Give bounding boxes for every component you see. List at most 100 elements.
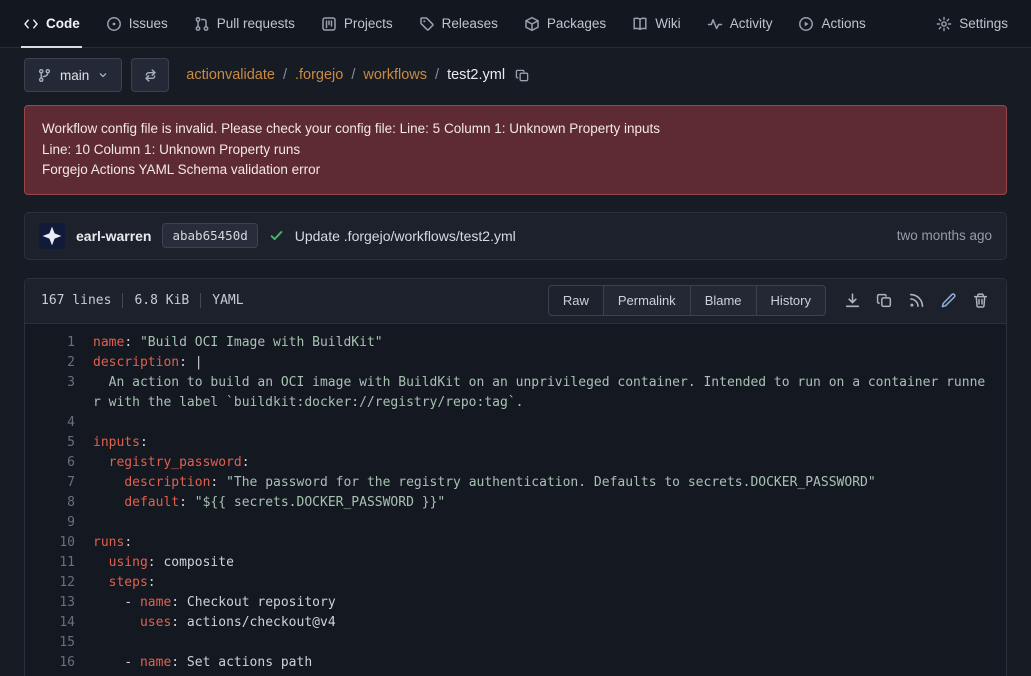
branch-icon <box>37 68 52 83</box>
tab-activity[interactable]: Activity <box>694 0 786 47</box>
line-number[interactable]: 13 <box>25 593 93 613</box>
line-number[interactable]: 1 <box>25 333 93 353</box>
download-button[interactable] <box>839 287 866 314</box>
tab-pull-requests[interactable]: Pull requests <box>181 0 308 47</box>
delete-button[interactable] <box>967 287 994 314</box>
line-number[interactable]: 16 <box>25 653 93 673</box>
breadcrumb-workflows[interactable]: workflows <box>363 67 427 83</box>
copy-path-button[interactable] <box>515 68 530 83</box>
avatar[interactable] <box>39 223 65 249</box>
line-number[interactable]: 8 <box>25 493 93 513</box>
line-content: description: | <box>93 353 1006 373</box>
branch-selector[interactable]: main <box>24 58 122 92</box>
code-line: 11 using: composite <box>25 553 1006 573</box>
tab-label: Issues <box>129 16 168 31</box>
copy-icon <box>515 68 530 83</box>
tab-label: Code <box>46 16 80 31</box>
settings-label: Settings <box>959 16 1008 31</box>
breadcrumb-forgejo[interactable]: .forgejo <box>295 67 343 83</box>
line-number[interactable]: 14 <box>25 613 93 633</box>
ci-success-check-icon[interactable] <box>269 228 284 243</box>
code-line: 16 - name: Set actions path <box>25 653 1006 673</box>
line-content: uses: actions/checkout@v4 <box>93 613 1006 633</box>
tab-projects[interactable]: Projects <box>308 0 406 47</box>
copy-icon <box>876 292 893 309</box>
permalink-button[interactable]: Permalink <box>603 285 691 316</box>
line-content: default: "${{ secrets.DOCKER_PASSWORD }}… <box>93 493 1006 513</box>
code-line: 8 default: "${{ secrets.DOCKER_PASSWORD … <box>25 493 1006 513</box>
line-content: steps: <box>93 573 1006 593</box>
line-number[interactable]: 7 <box>25 473 93 493</box>
file-meta: 167 lines6.8 KiBYAML <box>41 293 255 308</box>
repo-file-page: main actionvalidate/.forgejo/workflows/t… <box>0 48 1031 676</box>
code-line: 17 shell: bash <box>25 673 1006 676</box>
compare-button[interactable] <box>131 58 169 92</box>
code-line: 12 steps: <box>25 573 1006 593</box>
branch-name: main <box>60 68 89 83</box>
edit-button[interactable] <box>935 287 962 314</box>
code-line: 3 An action to build an OCI image with B… <box>25 373 1006 413</box>
line-content <box>93 513 1006 533</box>
error-banner: Workflow config file is invalid. Please … <box>24 105 1007 195</box>
code-icon <box>23 16 39 32</box>
line-content: runs: <box>93 533 1006 553</box>
view-mode-buttons: RawPermalinkBlameHistory <box>548 285 826 316</box>
commit-sha-badge[interactable]: abab65450d <box>162 223 257 248</box>
file-meta-item: 6.8 KiB <box>122 293 200 308</box>
commit-message[interactable]: Update .forgejo/workflows/test2.yml <box>295 228 516 244</box>
line-content <box>93 633 1006 653</box>
line-number[interactable]: 9 <box>25 513 93 533</box>
tab-releases[interactable]: Releases <box>406 0 511 47</box>
pull-request-icon <box>194 16 210 32</box>
line-number[interactable]: 15 <box>25 633 93 653</box>
line-content: using: composite <box>93 553 1006 573</box>
play-circle-icon <box>798 16 814 32</box>
line-number[interactable]: 2 <box>25 353 93 373</box>
tab-packages[interactable]: Packages <box>511 0 619 47</box>
tab-issues[interactable]: Issues <box>93 0 181 47</box>
copy-button[interactable] <box>871 287 898 314</box>
tab-actions[interactable]: Actions <box>785 0 878 47</box>
breadcrumb-actionvalidate[interactable]: actionvalidate <box>186 67 275 83</box>
file-meta-item: 167 lines <box>41 293 122 308</box>
code-line: 2description: | <box>25 353 1006 373</box>
line-number[interactable]: 5 <box>25 433 93 453</box>
book-icon <box>632 16 648 32</box>
line-number[interactable]: 6 <box>25 453 93 473</box>
latest-commit-bar: earl-warren abab65450d Update .forgejo/w… <box>24 212 1007 260</box>
tab-label: Releases <box>442 16 498 31</box>
line-number[interactable]: 11 <box>25 553 93 573</box>
error-message-line: Forgejo Actions YAML Schema validation e… <box>42 160 989 181</box>
rss-icon <box>908 292 925 309</box>
line-number[interactable]: 17 <box>25 673 93 676</box>
history-button[interactable]: History <box>756 285 826 316</box>
tab-label: Projects <box>344 16 393 31</box>
breadcrumb-test2.yml: test2.yml <box>447 67 505 83</box>
line-content: - name: Set actions path <box>93 653 1006 673</box>
line-number[interactable]: 3 <box>25 373 93 413</box>
error-message-line: Line: 10 Column 1: Unknown Property runs <box>42 140 989 161</box>
error-message-line: Workflow config file is invalid. Please … <box>42 119 989 140</box>
line-number[interactable]: 10 <box>25 533 93 553</box>
tab-label: Actions <box>821 16 865 31</box>
tab-code[interactable]: Code <box>10 0 93 47</box>
tab-settings[interactable]: Settings <box>923 0 1021 47</box>
tab-label: Activity <box>730 16 773 31</box>
rss-button[interactable] <box>903 287 930 314</box>
breadcrumb-separator: / <box>435 67 439 83</box>
file-meta-item: YAML <box>200 293 254 308</box>
tab-label: Pull requests <box>217 16 295 31</box>
raw-button[interactable]: Raw <box>548 285 604 316</box>
file-actions: RawPermalinkBlameHistory <box>548 285 994 316</box>
code-line: 6 registry_password: <box>25 453 1006 473</box>
commit-author[interactable]: earl-warren <box>76 228 151 244</box>
code-line: 13 - name: Checkout repository <box>25 593 1006 613</box>
tab-wiki[interactable]: Wiki <box>619 0 694 47</box>
line-number[interactable]: 12 <box>25 573 93 593</box>
line-number[interactable]: 4 <box>25 413 93 433</box>
edit-icon <box>940 292 957 309</box>
pulse-icon <box>707 16 723 32</box>
blame-button[interactable]: Blame <box>690 285 757 316</box>
file-view-box: 167 lines6.8 KiBYAML RawPermalinkBlameHi… <box>24 278 1007 676</box>
code-line: 10runs: <box>25 533 1006 553</box>
